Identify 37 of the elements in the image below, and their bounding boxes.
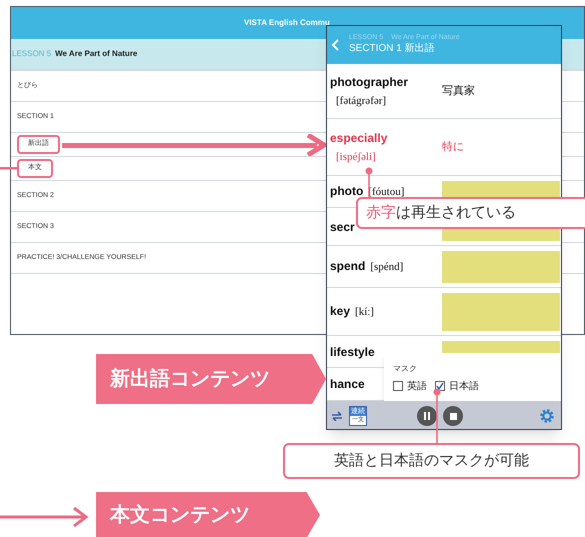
japanese-meaning: 特に bbox=[442, 140, 464, 155]
word-row[interactable]: key [kíː] bbox=[327, 288, 561, 336]
word-row[interactable]: photographer [fətágrəfər] 写真家 bbox=[327, 64, 561, 119]
leader-line bbox=[433, 388, 441, 444]
japanese-meaning: 写真家 bbox=[442, 84, 475, 99]
content-banner: 本文コンテンツ bbox=[96, 492, 320, 537]
lesson-title: We Are Part of Nature bbox=[55, 48, 138, 60]
settings-button[interactable] bbox=[539, 408, 555, 424]
leader-line bbox=[0, 166, 17, 170]
app-title: VISTA English Commu bbox=[244, 17, 330, 29]
checkbox[interactable] bbox=[435, 381, 445, 391]
pronunciation: [kíː] bbox=[355, 305, 374, 320]
stop-icon bbox=[450, 412, 456, 420]
lesson-number: LESSON 5 bbox=[12, 48, 52, 60]
pause-button[interactable] bbox=[417, 406, 437, 426]
checkbox-label: 日本語 bbox=[449, 380, 479, 394]
english-word: hance bbox=[330, 376, 365, 393]
callout-tooltip: 英語と日本語のマスクが可能 bbox=[283, 443, 580, 479]
english-word: key bbox=[330, 303, 350, 320]
checkbox-label: 英語 bbox=[407, 380, 427, 394]
english-word: lifestyle bbox=[330, 344, 375, 360]
check-icon bbox=[436, 382, 444, 390]
arrow-icon bbox=[62, 134, 328, 156]
pause-icon bbox=[424, 412, 430, 420]
settings-icon bbox=[539, 408, 555, 424]
checkbox[interactable] bbox=[393, 381, 403, 391]
repeat-icon bbox=[331, 411, 343, 421]
word-row[interactable]: spend [spénd] bbox=[327, 246, 561, 288]
content-banner: 新出語コンテンツ bbox=[96, 354, 326, 404]
stop-button[interactable] bbox=[443, 406, 463, 426]
back-icon bbox=[331, 39, 339, 51]
english-word: photographer bbox=[330, 74, 409, 91]
english-word: secr bbox=[330, 218, 355, 236]
pronunciation: [spénd] bbox=[370, 260, 404, 276]
english-word: photo bbox=[330, 183, 364, 200]
section-title: SECTION 1 新出語 bbox=[349, 43, 436, 56]
english-word: spend bbox=[330, 258, 366, 276]
